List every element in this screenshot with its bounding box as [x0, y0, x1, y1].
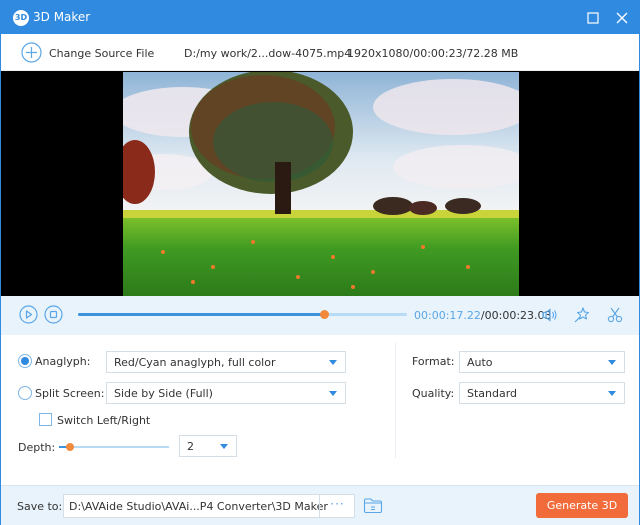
format-select-value: Auto [467, 356, 493, 369]
save-path-field[interactable]: D:\AVAide Studio\AVAi...P4 Converter\3D … [63, 494, 355, 518]
folder-icon [363, 498, 383, 514]
chevron-down-icon [220, 444, 228, 449]
video-preview [1, 71, 639, 296]
settings-divider [395, 343, 396, 458]
chevron-down-icon [608, 360, 616, 365]
depth-label: Depth: [18, 441, 56, 454]
split-screen-radio[interactable] [18, 386, 32, 400]
save-path-value: D:\AVAide Studio\AVAi...P4 Converter\3D … [69, 500, 328, 513]
save-to-label: Save to: [17, 500, 63, 513]
app-logo-icon: 3D [13, 10, 29, 26]
switch-left-right-checkbox[interactable] [39, 413, 52, 426]
close-button[interactable] [613, 9, 631, 27]
chevron-down-icon [329, 391, 337, 396]
window-title: 3D Maker [33, 10, 91, 24]
playback-progress-fill [78, 313, 325, 316]
stop-button[interactable] [44, 305, 63, 324]
format-select[interactable]: Auto [459, 351, 625, 373]
close-icon [616, 12, 628, 24]
quality-label: Quality: [412, 387, 455, 400]
change-source-file-button[interactable]: Change Source File [49, 47, 154, 60]
split-screen-select-value: Side by Side (Full) [114, 387, 213, 400]
open-folder-button[interactable] [363, 497, 383, 514]
anaglyph-label: Anaglyph: [35, 355, 91, 368]
depth-select[interactable]: 2 [179, 435, 237, 457]
format-label: Format: [412, 355, 455, 368]
chevron-down-icon [329, 360, 337, 365]
anaglyph-select[interactable]: Red/Cyan anaglyph, full color [106, 351, 346, 373]
playback-progress-thumb[interactable] [320, 310, 330, 319]
quality-select-value: Standard [467, 387, 518, 400]
app-window: 3D 3D Maker Change Source File D:/my wor… [0, 0, 640, 525]
settings-panel: Anaglyph: Red/Cyan anaglyph, full color … [1, 335, 639, 485]
maximize-button[interactable] [584, 9, 602, 27]
footer-bar: Save to: D:\AVAide Studio\AVAi...P4 Conv… [1, 485, 639, 525]
current-time: 00:00:17.22 [414, 309, 481, 322]
source-file-info: 1920x1080/00:00:23/72.28 MB [347, 47, 519, 60]
scissors-icon [607, 307, 623, 323]
cut-button[interactable] [606, 306, 624, 324]
stop-icon [44, 305, 63, 324]
play-icon [19, 305, 38, 324]
effects-button[interactable] [573, 306, 591, 324]
video-frame [123, 72, 519, 296]
source-bar: Change Source File D:/my work/2...dow-40… [1, 34, 639, 71]
generate-3d-button[interactable]: Generate 3D [536, 493, 628, 518]
player-controls: 00:00:17.22/00:00:23.03 [1, 296, 639, 335]
volume-button[interactable] [541, 306, 559, 324]
magic-wand-icon [574, 307, 590, 323]
add-file-icon[interactable] [21, 42, 42, 63]
volume-icon [542, 308, 557, 322]
depth-slider-thumb[interactable] [66, 443, 74, 451]
depth-slider[interactable] [59, 443, 169, 451]
playback-progress-slider[interactable] [78, 310, 407, 319]
browse-button[interactable]: ··· [319, 495, 355, 517]
quality-select[interactable]: Standard [459, 382, 625, 404]
chevron-down-icon [608, 391, 616, 396]
anaglyph-radio[interactable] [18, 354, 32, 368]
anaglyph-select-value: Red/Cyan anaglyph, full color [114, 356, 276, 369]
play-button[interactable] [19, 305, 38, 324]
title-bar: 3D 3D Maker [1, 1, 639, 34]
split-screen-label: Split Screen: [35, 387, 105, 400]
depth-select-value: 2 [187, 440, 194, 453]
split-screen-select[interactable]: Side by Side (Full) [106, 382, 346, 404]
video-thumbnail-image [123, 72, 519, 296]
time-display: 00:00:17.22/00:00:23.03 [414, 309, 552, 322]
source-file-path: D:/my work/2...dow-4075.mp4 [184, 47, 352, 60]
maximize-icon [587, 12, 599, 24]
switch-left-right-label: Switch Left/Right [57, 414, 151, 427]
